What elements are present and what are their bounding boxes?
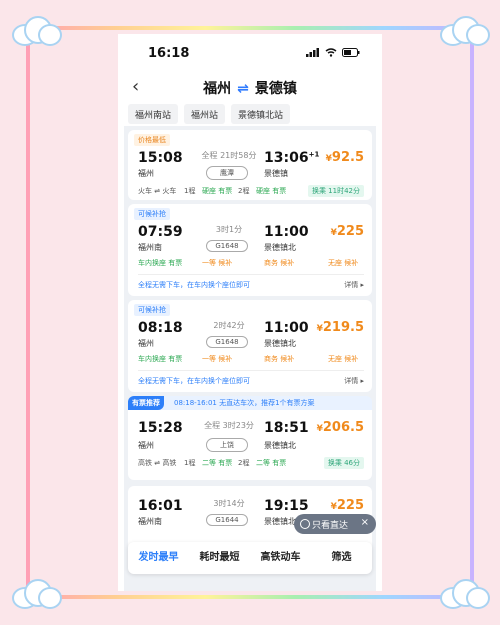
transfer-station: 鹰潭 [206, 166, 248, 180]
sort-earliest-departure[interactable]: 发时最早 [128, 542, 189, 574]
departure-time: 16:01 [138, 498, 183, 514]
from-station: 福州南 [138, 243, 162, 252]
to-station: 景德镇北 [264, 339, 296, 348]
swap-icon[interactable]: ⇌ [237, 81, 249, 97]
price: ¥225 [330, 224, 364, 239]
arrival-time: 18:51 [264, 420, 309, 436]
recommend-banner: 有票推荐 08:18-16:01 无直达车次，推荐1个有票方案 [128, 396, 372, 410]
close-icon[interactable]: × [361, 517, 369, 528]
train-card[interactable]: 价格最低 15:08 全程 21时58分 13:06+1 ¥92.5 福州 鹰潭… [128, 130, 372, 200]
battery-icon [342, 48, 360, 57]
detail-link[interactable]: 详情 ▸ [344, 376, 364, 386]
duration: 3时1分 [215, 225, 243, 234]
departure-time: 15:28 [138, 420, 183, 436]
radio-circle-icon [300, 519, 310, 529]
train-number: G1644 [206, 514, 248, 526]
to-station: 景德镇北 [264, 517, 296, 526]
from-station: 福州南 [138, 517, 162, 526]
train-number: G1648 [206, 336, 248, 348]
same-train-note: 全程无需下车，在车内换个座位即可 详情 ▸ [138, 370, 364, 386]
sort-shortest-duration[interactable]: 耗时最短 [189, 542, 250, 574]
from-station: 福州 [138, 339, 154, 348]
cloud-icon [440, 14, 490, 48]
card-tag: 价格最低 [134, 134, 170, 146]
same-train-note: 全程无需下车，在车内换个座位即可 详情 ▸ [138, 274, 364, 290]
day-offset: +1 [308, 150, 320, 159]
from-station: 福州 [138, 169, 154, 178]
bottom-sort-bar: 发时最早 耗时最短 高铁动车 筛选 [128, 542, 372, 574]
arrival-time: 11:00 [264, 320, 309, 336]
duration: 全程 3时23分 [204, 421, 254, 430]
signal-icon [306, 48, 319, 57]
station-chip[interactable]: 福州站 [184, 104, 226, 124]
arrival-time: 19:15 [264, 498, 309, 514]
status-bar: 16:18 [118, 46, 382, 66]
wifi-icon [325, 48, 337, 57]
recommend-text: 08:18-16:01 无直达车次，推荐1个有票方案 [174, 399, 315, 407]
duration: 2时42分 [213, 321, 245, 330]
to-station: 景德镇北 [264, 441, 296, 450]
direct-only-label: 只看直达 [312, 521, 349, 531]
duration: 全程 21时58分 [201, 151, 257, 160]
station-chip[interactable]: 福州南站 [128, 104, 179, 124]
arrival-time: 11:00 [264, 224, 309, 240]
departure-time: 07:59 [138, 224, 183, 240]
detail-link[interactable]: 详情 ▸ [344, 280, 364, 290]
cloud-icon [12, 577, 62, 611]
arrival-time: 13:06+1 [264, 150, 320, 166]
to-station: 景德镇北 [264, 243, 296, 252]
transfer-badge: 换乘 11时42分 [307, 185, 364, 197]
departure-time: 08:18 [138, 320, 183, 336]
station-filter-chips: 福州南站 福州站 景德镇北站 [128, 104, 372, 124]
price: ¥219.5 [316, 320, 364, 335]
transfer-station: 上饶 [206, 438, 248, 452]
card-tag: 可候补抢 [134, 304, 170, 316]
train-card[interactable]: 可候补抢 08:18 2时42分 11:00 ¥219.5 福州 G1648 景… [128, 300, 372, 392]
route-title[interactable]: 福州 ⇌ 景德镇 [118, 78, 382, 98]
duration: 3时14分 [213, 499, 245, 508]
card-tag: 可候补抢 [134, 208, 170, 220]
recommend-badge: 有票推荐 [128, 396, 164, 410]
nav-bar: ‹ 福州 ⇌ 景德镇 [118, 76, 382, 102]
departure-time: 15:08 [138, 150, 183, 166]
train-card[interactable]: 可候补抢 07:59 3时1分 11:00 ¥225 福州南 G1648 景德镇… [128, 204, 372, 296]
from-city: 福州 [203, 81, 232, 97]
direct-only-toggle[interactable]: 只看直达 × [294, 514, 376, 534]
to-station: 景德镇 [264, 169, 288, 178]
filter-button[interactable]: 筛选 [311, 542, 372, 574]
filter-high-speed[interactable]: 高铁动车 [250, 542, 311, 574]
train-card[interactable]: 15:28 全程 3时23分 18:51 ¥206.5 福州 上饶 景德镇北 高… [128, 410, 372, 480]
transfer-badge: 换乘 46分 [323, 457, 364, 469]
price: ¥92.5 [325, 150, 364, 165]
to-city: 景德镇 [254, 81, 297, 97]
station-chip[interactable]: 景德镇北站 [231, 104, 291, 124]
phone-screen: 16:18 ‹ 福州 ⇌ 景德镇 福州南站 福州站 景德镇北站 价格最低 15:08… [118, 34, 382, 591]
train-number: G1648 [206, 240, 248, 252]
from-station: 福州 [138, 441, 154, 450]
price: ¥206.5 [316, 420, 364, 435]
status-time: 16:18 [148, 46, 190, 61]
cloud-icon [12, 14, 62, 48]
price: ¥225 [330, 498, 364, 513]
cloud-icon [440, 577, 490, 611]
